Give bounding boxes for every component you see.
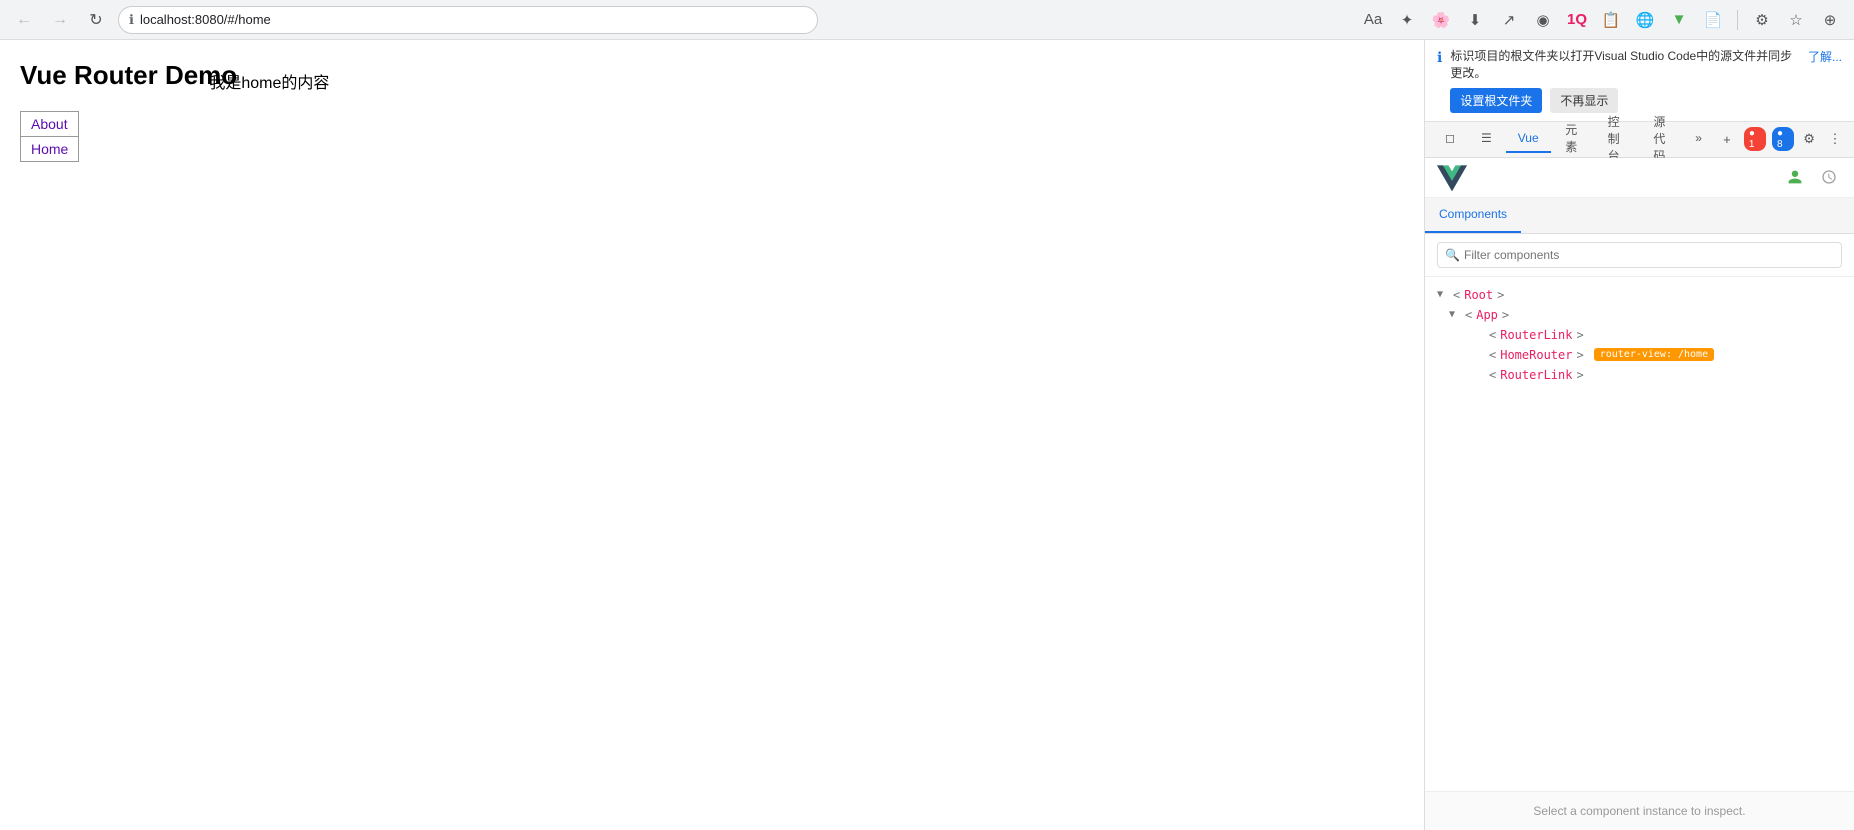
tree-arrow-app: ▼ [1449, 309, 1461, 320]
vue-inspect-button[interactable] [1782, 164, 1808, 190]
devtools-panel: ℹ 标识项目的根文件夹以打开Visual Studio Code中的源文件并同步… [1424, 40, 1854, 830]
info-icon: ℹ [129, 12, 134, 28]
tree-item-homerouter[interactable]: < HomeRouter > router-view: /home [1425, 345, 1854, 365]
devtools-toolbar-right: + ● 1 ● 8 ⚙ ⋮ [1716, 126, 1846, 152]
address-bar: ℹ localhost:8080/#/home [118, 6, 818, 34]
bracket-open-app: < [1465, 308, 1472, 322]
read-mode-button[interactable]: Aa [1359, 6, 1387, 34]
bracket-close-hr: > [1576, 348, 1583, 362]
browser-toolbar: ← → ↻ ℹ localhost:8080/#/home Aa ✦ 🌸 ⬇ ↗… [0, 0, 1854, 40]
extension6-button[interactable]: 📄 [1699, 6, 1727, 34]
vue-tab-components[interactable]: Components [1425, 198, 1521, 233]
bracket-close-root: > [1497, 288, 1504, 302]
tree-component-hr: HomeRouter [1500, 348, 1572, 362]
warn-badge: ● 8 [1772, 127, 1794, 151]
notif-close-link[interactable]: 了解... [1808, 48, 1842, 65]
notif-content: 标识项目的根文件夹以打开Visual Studio Code中的源文件并同步更改… [1450, 48, 1796, 113]
favorites-star-button[interactable]: ☆ [1782, 6, 1810, 34]
bracket-open-hr: < [1489, 348, 1496, 362]
nav-link-home[interactable]: Home [21, 137, 78, 161]
tree-component-app: App [1476, 308, 1498, 322]
vue-devtools-toolbar [1425, 158, 1854, 198]
bracket-close-rl1: > [1576, 328, 1583, 342]
router-view-badge: router-view: /home [1594, 348, 1714, 361]
nav-link-about[interactable]: About [21, 112, 78, 137]
component-tree: ▼ < Root > ▼ < App > < RouterLink [1425, 277, 1854, 791]
vue-logo [1437, 162, 1467, 192]
extension4-button[interactable]: 🌐 [1631, 6, 1659, 34]
download-button[interactable]: ⬇ [1461, 6, 1489, 34]
back-button[interactable]: ← [10, 6, 38, 34]
page-content: Vue Router Demo About Home 我是home的内容 [0, 40, 1424, 830]
devtools-main-toolbar: ◻ ☰ Vue 元素 控制台 源代码 » + ● 1 ● 8 ⚙ ⋮ [1425, 122, 1854, 158]
bracket-open-rl2: < [1489, 368, 1496, 382]
filter-wrapper: 🔍 [1437, 242, 1842, 268]
set-root-folder-button[interactable]: 设置根文件夹 [1450, 88, 1542, 113]
tree-arrow-rl1 [1473, 329, 1485, 340]
tree-item-routerlink1[interactable]: < RouterLink > [1425, 325, 1854, 345]
toolbar-separator [1737, 10, 1738, 30]
tree-item-app[interactable]: ▼ < App > [1425, 305, 1854, 325]
browser-window: ← → ↻ ℹ localhost:8080/#/home Aa ✦ 🌸 ⬇ ↗… [0, 0, 1854, 830]
devtools-tab-pointer[interactable]: ☰ [1469, 125, 1504, 153]
refresh-button[interactable]: ↻ [82, 6, 110, 34]
home-content: 我是home的内容 [209, 69, 329, 93]
url-text: localhost:8080/#/home [140, 12, 807, 27]
vue-history-button[interactable] [1816, 164, 1842, 190]
devtools-tab-vue[interactable]: Vue [1506, 125, 1551, 153]
settings-button[interactable]: ⚙ [1748, 6, 1776, 34]
main-area: Vue Router Demo About Home 我是home的内容 ℹ 标… [0, 40, 1854, 830]
extension3-button[interactable]: 📋 [1597, 6, 1625, 34]
copilot-button[interactable]: ✦ [1393, 6, 1421, 34]
tree-item-root[interactable]: ▼ < Root > [1425, 285, 1854, 305]
extension5-button[interactable]: ▼ [1665, 6, 1693, 34]
bracket-close-app: > [1502, 308, 1509, 322]
filter-search-icon: 🔍 [1445, 248, 1460, 262]
forward-button[interactable]: → [46, 6, 74, 34]
sidebar-button[interactable]: ⊕ [1816, 6, 1844, 34]
tree-component-root: Root [1464, 288, 1493, 302]
nav-links: About Home [20, 111, 79, 162]
bracket-open-root: < [1453, 288, 1460, 302]
tree-item-routerlink2[interactable]: < RouterLink > [1425, 365, 1854, 385]
favorites-button[interactable]: 🌸 [1427, 6, 1455, 34]
devtools-more-button[interactable]: ⋮ [1824, 126, 1846, 152]
filter-input[interactable] [1437, 242, 1842, 268]
devtools-tab-more[interactable]: » [1683, 125, 1714, 153]
devtools-bottom-status: Select a component instance to inspect. [1425, 791, 1854, 830]
devtools-tab-devices[interactable]: ◻ [1433, 125, 1467, 153]
extension2-button[interactable]: 1Q [1563, 6, 1591, 34]
error-badge: ● 1 [1744, 127, 1766, 151]
devtools-tab-elements[interactable]: 元素 [1553, 115, 1590, 163]
tree-arrow-hr [1473, 349, 1485, 360]
tree-component-rl2: RouterLink [1500, 368, 1572, 382]
filter-bar: 🔍 [1425, 234, 1854, 277]
notif-info-icon: ℹ [1437, 49, 1442, 66]
vue-devtools-actions [1782, 164, 1842, 190]
tree-arrow-root: ▼ [1437, 289, 1449, 300]
devtools-settings-button[interactable]: ⚙ [1798, 126, 1820, 152]
browser-toolbar-icons: Aa ✦ 🌸 ⬇ ↗ ◉ 1Q 📋 🌐 ▼ 📄 ⚙ ☆ ⊕ [1359, 6, 1844, 34]
bracket-close-rl2: > [1576, 368, 1583, 382]
notif-text: 标识项目的根文件夹以打开Visual Studio Code中的源文件并同步更改… [1450, 48, 1796, 82]
extension1-button[interactable]: ◉ [1529, 6, 1557, 34]
tree-arrow-rl2 [1473, 369, 1485, 380]
bracket-open-rl1: < [1489, 328, 1496, 342]
bottom-status-text: Select a component instance to inspect. [1533, 804, 1745, 818]
vue-sub-tabs: Components [1425, 198, 1854, 234]
collections-button[interactable]: ↗ [1495, 6, 1523, 34]
tree-component-rl1: RouterLink [1500, 328, 1572, 342]
devtools-add-button[interactable]: + [1716, 126, 1738, 152]
